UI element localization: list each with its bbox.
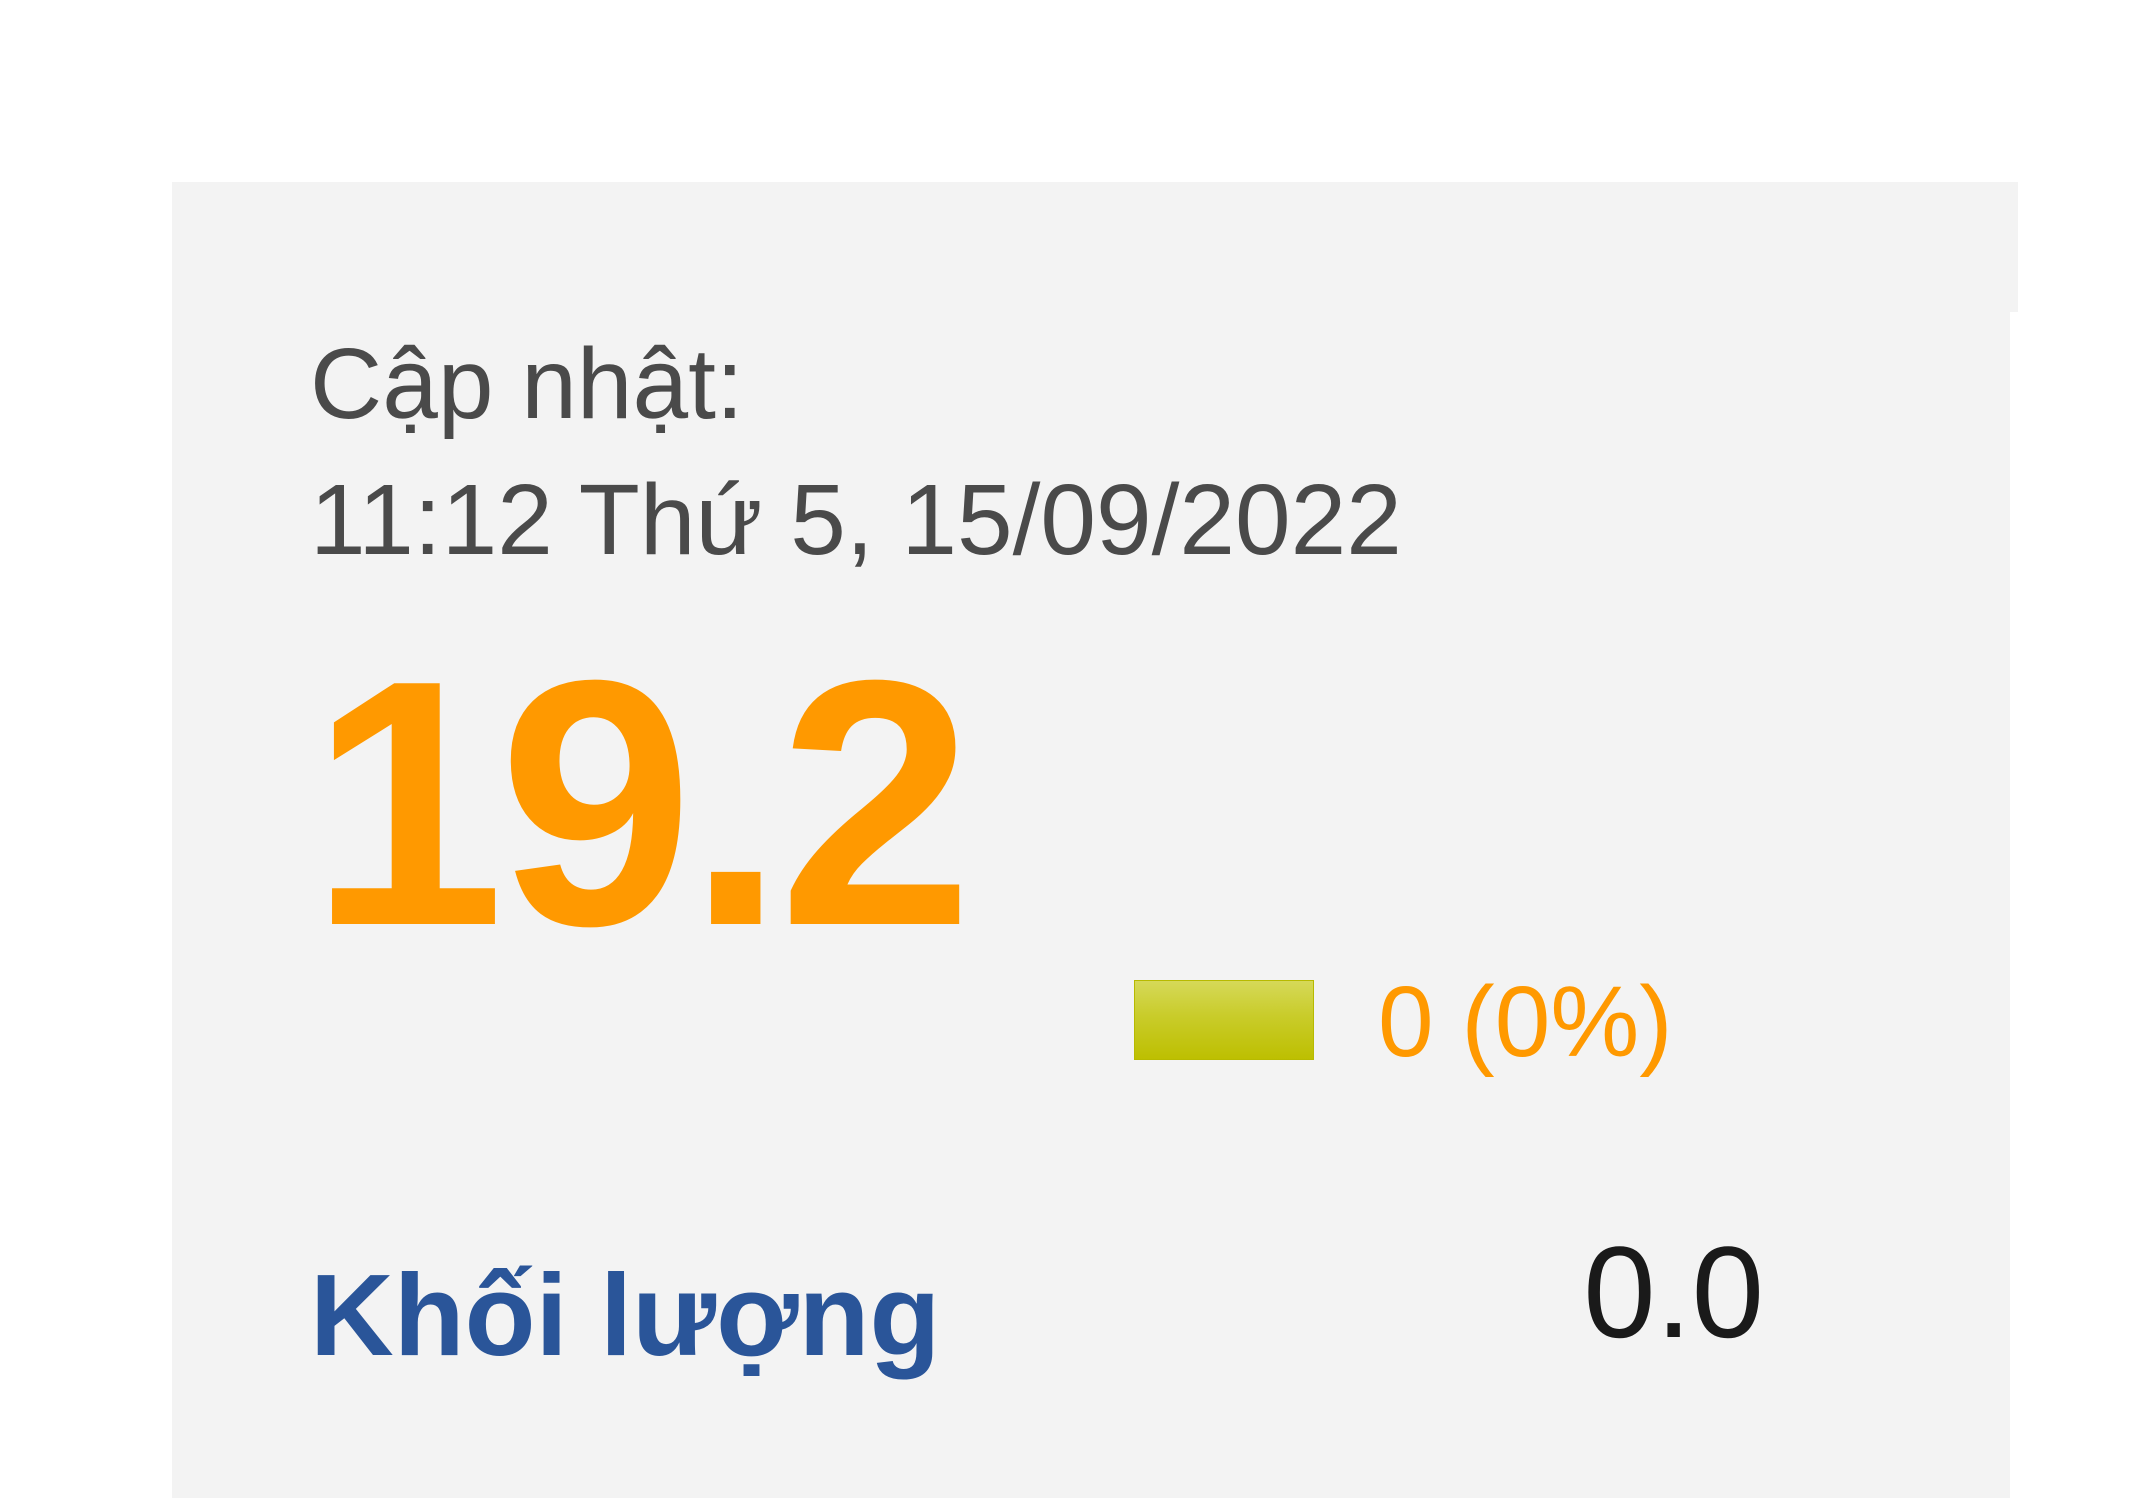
- volume-value: 0.0: [1583, 1219, 1764, 1365]
- update-timestamp: 11:12 Thứ 5, 15/09/2022: [310, 464, 1402, 576]
- panel-edge: [2010, 312, 2018, 1498]
- stock-quote-panel: Cập nhật: 11:12 Thứ 5, 15/09/2022 19.2 0…: [172, 182, 2018, 1498]
- current-price: 19.2: [310, 608, 973, 999]
- volume-label: Khối lượng: [310, 1250, 941, 1380]
- unchanged-bar-icon: [1134, 980, 1314, 1060]
- price-change: 0 (0%): [1378, 966, 1673, 1078]
- update-label: Cập nhật:: [310, 328, 744, 440]
